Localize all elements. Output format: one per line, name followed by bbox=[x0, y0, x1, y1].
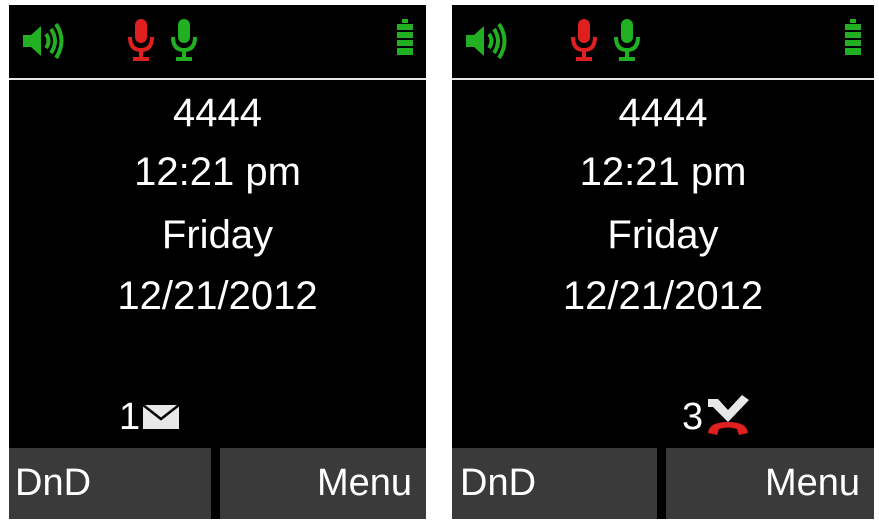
missed-call-count: 3 bbox=[682, 396, 704, 438]
microphone-red-icon bbox=[571, 19, 597, 61]
clock-time: 12:21 pm bbox=[579, 150, 747, 194]
softkey-bar: DnD Menu bbox=[9, 448, 426, 519]
battery-full-icon bbox=[845, 19, 861, 55]
battery-full-icon bbox=[397, 19, 413, 55]
microphone-green-icon bbox=[614, 19, 640, 61]
softkey-bar: DnD Menu bbox=[452, 448, 874, 519]
missed-call-icon bbox=[708, 395, 750, 435]
missed-call-notification[interactable]: 3 bbox=[682, 395, 751, 438]
envelope-icon bbox=[142, 404, 180, 429]
status-bar-divider bbox=[9, 78, 426, 80]
message-notification[interactable]: 1 bbox=[119, 397, 180, 437]
status-bar bbox=[9, 5, 426, 78]
date: 12/21/2012 bbox=[562, 274, 764, 318]
status-bar-divider bbox=[452, 78, 874, 80]
message-count: 1 bbox=[119, 396, 141, 438]
clock-time: 12:21 pm bbox=[134, 150, 301, 194]
menu-softkey[interactable]: Menu bbox=[666, 448, 874, 519]
microphone-green-icon bbox=[171, 19, 197, 61]
dnd-softkey[interactable]: DnD bbox=[452, 448, 657, 519]
weekday: Friday bbox=[161, 213, 274, 257]
menu-softkey[interactable]: Menu bbox=[220, 448, 426, 519]
dnd-softkey[interactable]: DnD bbox=[9, 448, 211, 519]
status-bar bbox=[452, 5, 874, 78]
extension-number: 4444 bbox=[618, 91, 708, 135]
microphone-red-icon bbox=[128, 19, 154, 61]
speaker-volume-icon bbox=[466, 22, 507, 60]
phone-screen-right: 4444 12:21 pm Friday 12/21/2012 3 DnD Me… bbox=[452, 5, 874, 519]
phone-screen-left: 4444 12:21 pm Friday 12/21/2012 1 DnD Me… bbox=[9, 5, 426, 519]
speaker-volume-icon bbox=[23, 22, 64, 60]
extension-number: 4444 bbox=[173, 91, 262, 135]
date: 12/21/2012 bbox=[117, 274, 318, 318]
weekday: Friday bbox=[607, 213, 719, 257]
